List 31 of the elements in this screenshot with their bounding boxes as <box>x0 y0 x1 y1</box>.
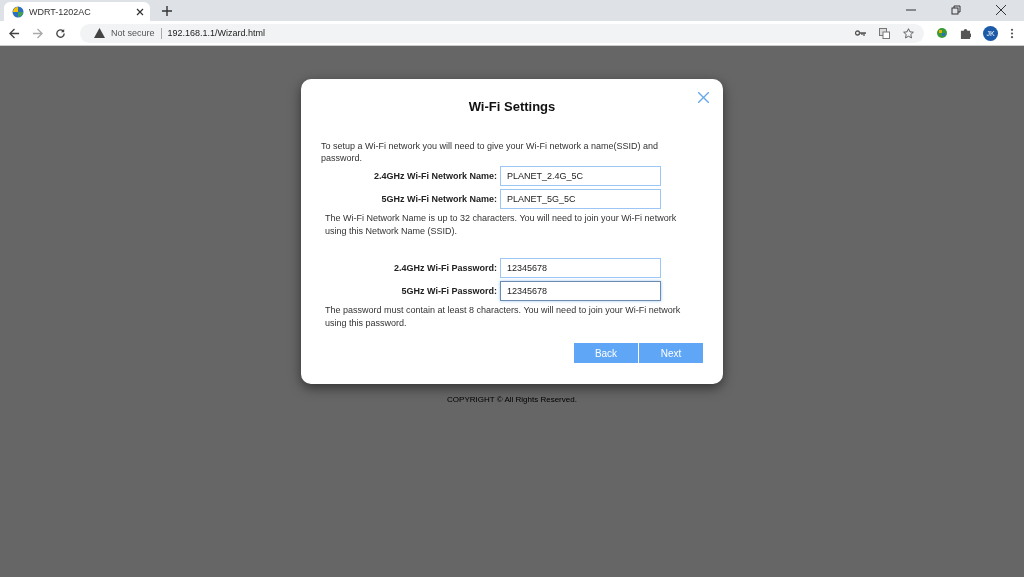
field-label: 2.4GHz Wi-Fi Network Name: <box>373 171 498 181</box>
globe-icon <box>12 5 24 18</box>
intro-text: To setup a Wi-Fi network you will need to give your Wi-Fi network a name(SSID) and password. <box>321 140 660 164</box>
reload-icon[interactable] <box>55 27 66 39</box>
warning-icon <box>94 28 105 38</box>
field-label: 5GHz Wi-Fi Network Name: <box>380 194 498 204</box>
address-bar[interactable]: Not secure 192.168.1.1/Wizard.html <box>80 23 924 43</box>
password-field[interactable]: 12345678 <box>500 258 661 278</box>
translate-icon[interactable] <box>879 27 890 39</box>
browser-tab[interactable]: WDRT-1202AC <box>4 2 150 21</box>
url-text: 192.168.1.1/Wizard.html <box>167 28 266 38</box>
copyright-text: COPYRIGHT © All Rights Reserved. <box>447 395 577 404</box>
close-icon[interactable] <box>996 5 1006 15</box>
password-hint-text: The password must contain at least 8 characters. You will need to join your Wi-Fi network using this password. <box>324 304 682 330</box>
back-arrow-icon[interactable] <box>9 27 20 39</box>
field-label: 5GHz Wi-Fi Password: <box>400 286 498 296</box>
close-icon[interactable] <box>136 7 144 16</box>
security-label: Not secure <box>111 28 155 38</box>
name-hint-text: The Wi-Fi Network Name is up to 32 characters. You will need to join your Wi-Fi network using this Network Name (SSID). <box>324 212 678 238</box>
password-field[interactable]: 12345678 <box>500 281 661 301</box>
menu-icon[interactable] <box>1010 27 1014 39</box>
field-label: 2.4GHz Wi-Fi Password: <box>393 263 498 273</box>
extension-icon[interactable] <box>936 27 948 39</box>
star-icon[interactable] <box>903 27 914 39</box>
network-name-field[interactable]: PLANET_2.4G_5C <box>500 166 661 186</box>
restore-icon[interactable] <box>951 5 961 15</box>
key-icon[interactable] <box>855 30 866 36</box>
new-tab-icon[interactable] <box>162 6 172 16</box>
network-name-field[interactable]: PLANET_5G_5C <box>500 189 661 209</box>
tab-title: WDRT-1202AC <box>29 6 92 17</box>
dialog-title: Wi-Fi Settings <box>467 99 557 114</box>
